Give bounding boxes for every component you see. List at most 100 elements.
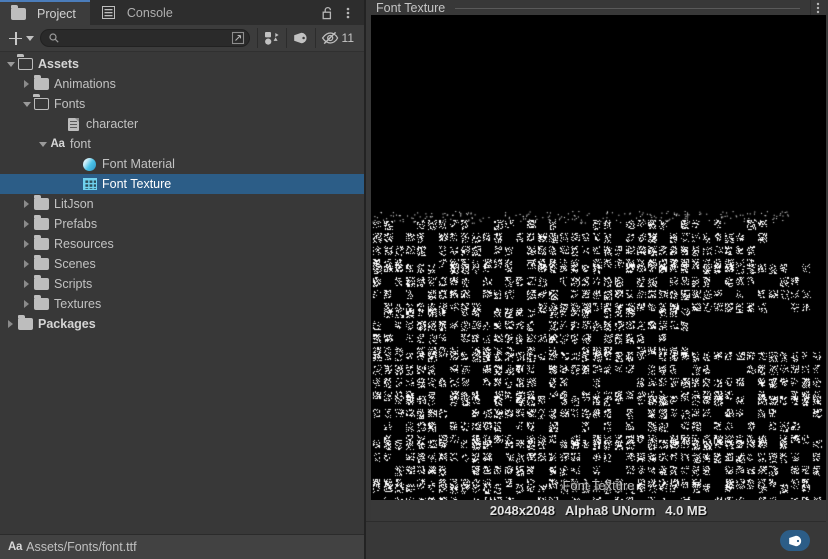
- tab-console-label: Console: [126, 5, 173, 20]
- texture-dimensions: 2048x2048: [489, 503, 555, 518]
- tree-item-label: font: [70, 137, 91, 151]
- folder-closed-icon: [33, 255, 50, 272]
- tabstrip-actions: [319, 0, 364, 25]
- toolbar-divider: [256, 28, 258, 48]
- tree-item-label: Scenes: [54, 257, 96, 271]
- tree-item-label: Prefabs: [54, 217, 98, 231]
- folder-closed-icon: [33, 295, 50, 312]
- texture-size: 4.0 MB: [665, 503, 708, 518]
- texture-format: Alpha8 UNorm: [564, 503, 656, 518]
- unity-editor-window: Project Console 11 Assets Animations Fon…: [0, 0, 828, 559]
- font-aa-icon: Aa: [8, 541, 23, 553]
- material-sphere-icon: [81, 156, 98, 172]
- lock-icon[interactable]: [319, 2, 337, 24]
- chevron-right-icon[interactable]: [20, 254, 33, 274]
- folder-closed-icon: [33, 275, 50, 292]
- page-title: Font Texture: [376, 1, 446, 15]
- folder-closed-icon: [33, 215, 50, 232]
- chevron-right-icon[interactable]: [20, 194, 33, 214]
- tree-item-label: Packages: [38, 317, 96, 331]
- chevron-down-icon: [26, 35, 34, 41]
- tree-item-textures[interactable]: Textures: [0, 294, 364, 314]
- search-icon: [49, 33, 59, 43]
- toolbar-divider-3: [314, 28, 316, 48]
- document-icon: [65, 116, 82, 132]
- panel-menu-icon[interactable]: [339, 2, 357, 24]
- tree-item-litjson[interactable]: LitJson: [0, 194, 364, 214]
- folder-open-icon: [17, 54, 34, 72]
- tree-item-fonts[interactable]: Fonts: [0, 94, 364, 114]
- filter-by-type-icon[interactable]: [259, 27, 285, 49]
- hidden-items-icon: [321, 31, 339, 45]
- tree-item-label: Resources: [54, 237, 114, 251]
- tree-item-scripts[interactable]: Scripts: [0, 274, 364, 294]
- chevron-right-icon[interactable]: [20, 274, 33, 294]
- console-list-icon: [100, 5, 117, 21]
- breadcrumb-path: Assets/Fonts/font.ttf: [26, 540, 137, 554]
- folder-closed-icon: [33, 235, 50, 252]
- folder-icon: [10, 4, 27, 22]
- create-asset-button[interactable]: [6, 28, 40, 48]
- chevron-right-icon[interactable]: [20, 74, 33, 94]
- inspector-body: Font Texture 2048x2048 Alpha8 UNorm 4.0 …: [366, 15, 826, 559]
- panel-tabstrip: Project Console: [0, 0, 364, 25]
- chevron-down-icon[interactable]: [4, 54, 17, 74]
- inspector-footer: [366, 521, 826, 559]
- inspector-menu-button[interactable]: [810, 0, 820, 15]
- expand-search-icon[interactable]: [231, 31, 247, 45]
- toolbar-divider-2: [285, 28, 287, 48]
- project-asset-tree[interactable]: Assets Animations Fonts character Aa font Font…: [0, 52, 364, 534]
- asset-label-button[interactable]: [780, 530, 810, 551]
- folder-closed-icon: [33, 195, 50, 212]
- search-field[interactable]: [40, 29, 250, 47]
- folder-closed-icon: [17, 315, 34, 332]
- tab-project-label: Project: [37, 6, 76, 21]
- chevron-down-icon[interactable]: [36, 134, 49, 154]
- folder-closed-icon: [33, 75, 50, 92]
- hidden-items-toggle[interactable]: 11: [317, 27, 360, 49]
- tree-item-font[interactable]: Aa font: [0, 134, 364, 154]
- tree-item-label: Font Texture: [102, 177, 172, 191]
- chevron-right-icon[interactable]: [20, 294, 33, 314]
- font-aa-icon: Aa: [50, 138, 65, 150]
- tree-item-label: Assets: [38, 57, 79, 71]
- panel-menu-icon: [816, 2, 820, 13]
- breadcrumb: Aa Assets/Fonts/font.ttf: [0, 534, 364, 559]
- texture-grid-icon: [81, 176, 98, 192]
- tree-item-label: Fonts: [54, 97, 86, 111]
- chevron-right-icon[interactable]: [4, 314, 17, 334]
- header-divider: [455, 8, 800, 9]
- chevron-right-icon[interactable]: [20, 234, 33, 254]
- chevron-down-icon[interactable]: [20, 94, 33, 114]
- asset-label-tag-icon: [788, 535, 801, 546]
- tree-item-label: Font Material: [102, 157, 175, 171]
- filter-by-label-icon[interactable]: [288, 27, 314, 49]
- texture-info-bar: 2048x2048 Alpha8 UNorm 4.0 MB: [371, 500, 826, 521]
- inspector-header: Font Texture: [366, 0, 826, 15]
- hidden-items-count: 11: [341, 31, 354, 45]
- project-toolbar: 11: [0, 25, 364, 52]
- tab-project[interactable]: Project: [0, 0, 90, 25]
- tree-item-resources[interactable]: Resources: [0, 234, 364, 254]
- tree-item-character[interactable]: character: [0, 114, 364, 134]
- tree-item-prefabs[interactable]: Prefabs: [0, 214, 364, 234]
- tree-item-scenes[interactable]: Scenes: [0, 254, 364, 274]
- tree-item-label: Textures: [54, 297, 102, 311]
- folder-open-icon: [33, 94, 50, 112]
- chevron-right-icon[interactable]: [20, 214, 33, 234]
- texture-preview[interactable]: Font Texture: [371, 15, 826, 500]
- search-input[interactable]: [59, 32, 231, 44]
- tree-item-label: character: [86, 117, 139, 131]
- tree-item-packages[interactable]: Packages: [0, 314, 364, 334]
- tab-console[interactable]: Console: [89, 0, 187, 25]
- tree-item-label: Scripts: [54, 277, 93, 291]
- tree-item-label: Animations: [54, 77, 116, 91]
- tree-item-font-material[interactable]: Font Material: [0, 154, 364, 174]
- tree-item-font-texture[interactable]: Font Texture: [0, 174, 364, 194]
- tree-item-assets[interactable]: Assets: [0, 54, 364, 74]
- font-atlas-canvas: [371, 15, 826, 500]
- tree-item-animations[interactable]: Animations: [0, 74, 364, 94]
